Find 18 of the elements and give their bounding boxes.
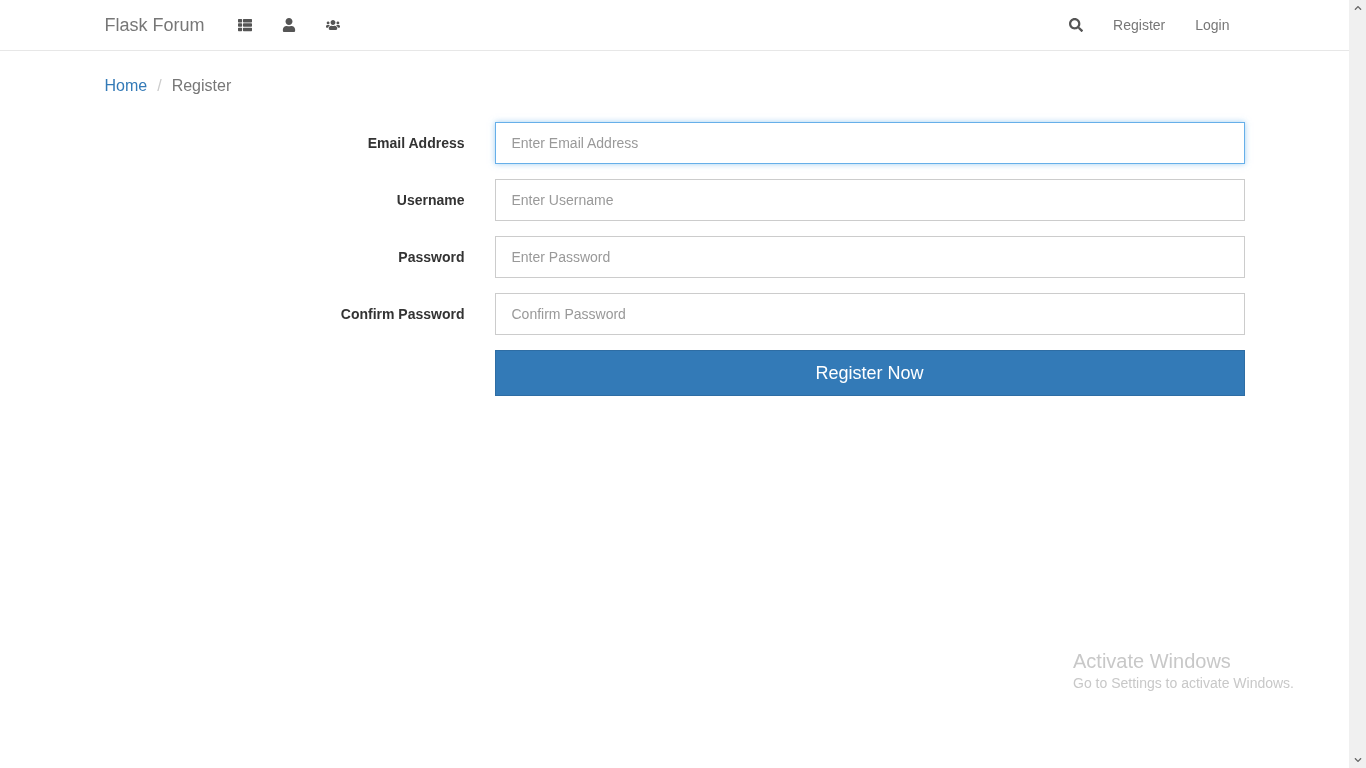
register-button[interactable]: Register Now	[494, 350, 1245, 396]
brand-link[interactable]: Flask Forum	[104, 14, 205, 36]
field-label: Confirm Password	[339, 306, 465, 322]
input-field[interactable]: Confirm Password	[494, 293, 1245, 335]
nav-link[interactable]: Login	[1180, 17, 1245, 33]
breadcrumb-separator: /	[156, 77, 163, 95]
scroll-up-icon[interactable]	[1353, 4, 1362, 12]
input-field[interactable]: Enter Email Address	[494, 122, 1245, 164]
field-label: Password	[397, 249, 465, 265]
field-label: Email Address	[366, 135, 465, 151]
input-field[interactable]: Enter Password	[494, 236, 1245, 278]
nav-link[interactable]: Register	[1098, 17, 1181, 33]
input-field[interactable]: Enter Username	[494, 179, 1245, 221]
scroll-down-icon[interactable]	[1353, 756, 1362, 764]
breadcrumb-current: Register	[171, 77, 232, 95]
scrollbar[interactable]	[1349, 0, 1366, 768]
field-label: Username	[395, 192, 465, 208]
breadcrumb-link[interactable]: Home	[104, 77, 148, 95]
